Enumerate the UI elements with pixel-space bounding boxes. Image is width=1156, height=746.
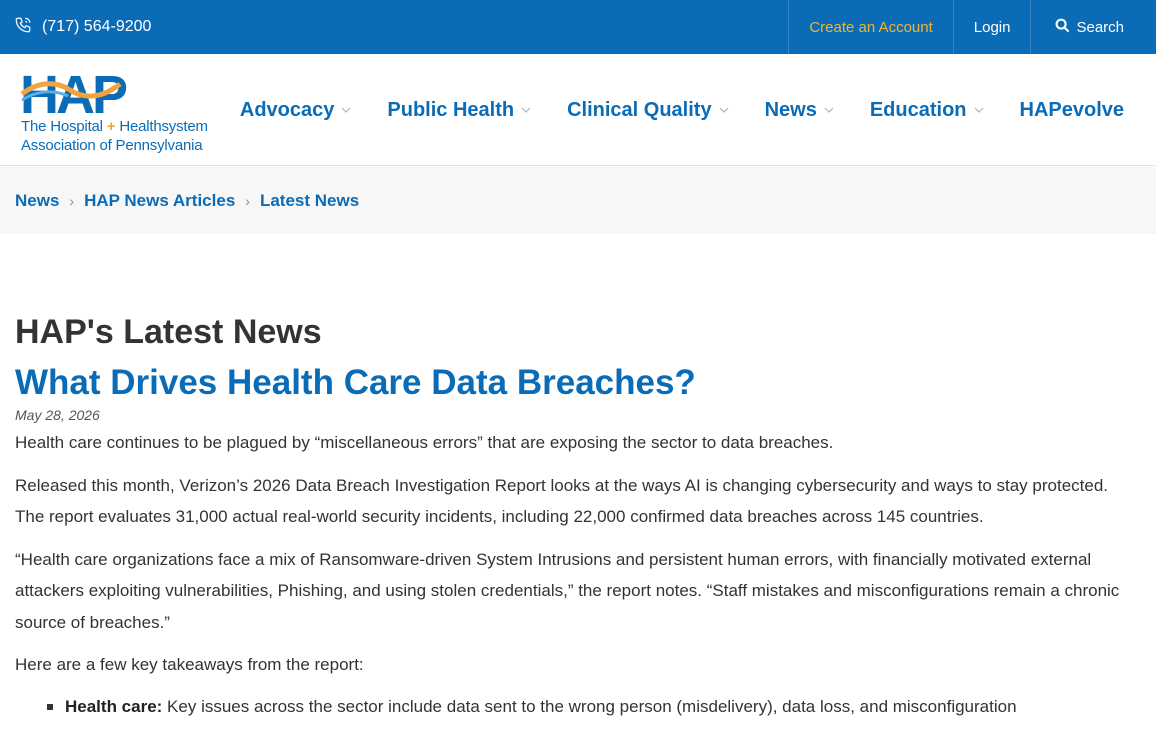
breadcrumb-separator: › [245,192,250,209]
chevron-down-icon [521,107,531,113]
nav-label: Clinical Quality [567,98,712,121]
breadcrumb: News › HAP News Articles › Latest News [15,167,359,234]
site-header: HAP The Hospital + Healthsystem Associat… [0,54,1156,166]
breadcrumb-bar: News › HAP News Articles › Latest News [0,167,1156,234]
nav-label: HAPevolve [1019,98,1125,121]
article-paragraph: Health care continues to be plagued by “… [15,433,834,452]
article-paragraph: Released this month, Verizon’s 2026 Data… [15,475,1109,527]
hap-logo-mark: HAP [20,66,130,116]
list-item-text: Key issues across the sector include dat… [162,696,1017,716]
article-paragraph: Here are a few key takeaways from the re… [15,655,364,674]
phone-link[interactable]: (717) 564-9200 [14,0,151,54]
search-icon [1055,18,1070,37]
logo-plus: + [106,118,116,135]
search-label: Search [1076,18,1124,36]
main-content: HAP's Latest News What Drives Health Car… [15,312,1125,722]
nav-advocacy[interactable]: Advocacy [240,99,352,122]
login-link[interactable]: Login [952,0,1031,54]
article-paragraph: “Health care organizations face a mix of… [15,549,1120,632]
chevron-down-icon [719,107,729,113]
hap-logo[interactable]: HAP The Hospital + Healthsystem Associat… [20,66,220,158]
main-nav: Advocacy Public Health Clinical Quality … [240,54,1124,166]
breadcrumb-hap-news-articles[interactable]: HAP News Articles [84,191,235,211]
list-item-heading: Health care: [65,696,163,716]
phone-icon [14,16,32,39]
article-title-link[interactable]: What Drives Health Care Data Breaches? [15,362,1125,404]
takeaways-list: Health care: Key issues across the secto… [15,691,1125,723]
list-item: Health care: Key issues across the secto… [47,691,1125,723]
chevron-down-icon [341,107,351,113]
search-button[interactable]: Search [1030,0,1156,54]
nav-label: Public Health [387,98,515,121]
logo-text-line1: The Hospital + Healthsystem [21,118,208,135]
nav-public-health[interactable]: Public Health [387,99,531,122]
nav-label: News [764,98,817,121]
phone-number: (717) 564-9200 [42,18,152,35]
logo-text-hospital: The Hospital [21,118,103,135]
nav-hapevolve[interactable]: HAPevolve [1020,99,1125,122]
nav-label: Education [869,98,967,121]
logo-text-line2: Association of Pennsylvania [21,137,203,154]
page-title: HAP's Latest News [15,313,322,351]
logo-text-healthsystem: Healthsystem [119,118,208,135]
chevron-down-icon [974,107,983,113]
breadcrumb-news[interactable]: News [15,191,59,211]
top-utility-bar: (717) 564-9200 Create an Account Login S… [0,0,1156,54]
article-date: May 28, 2026 [15,407,100,423]
create-account-link[interactable]: Create an Account [788,0,952,54]
nav-news[interactable]: News [765,99,834,122]
nav-label: Advocacy [239,98,335,121]
nav-clinical-quality[interactable]: Clinical Quality [567,98,729,122]
breadcrumb-separator: › [69,192,75,209]
nav-education[interactable]: Education [870,99,984,122]
breadcrumb-latest-news[interactable]: Latest News [260,191,359,211]
chevron-down-icon [824,107,834,113]
